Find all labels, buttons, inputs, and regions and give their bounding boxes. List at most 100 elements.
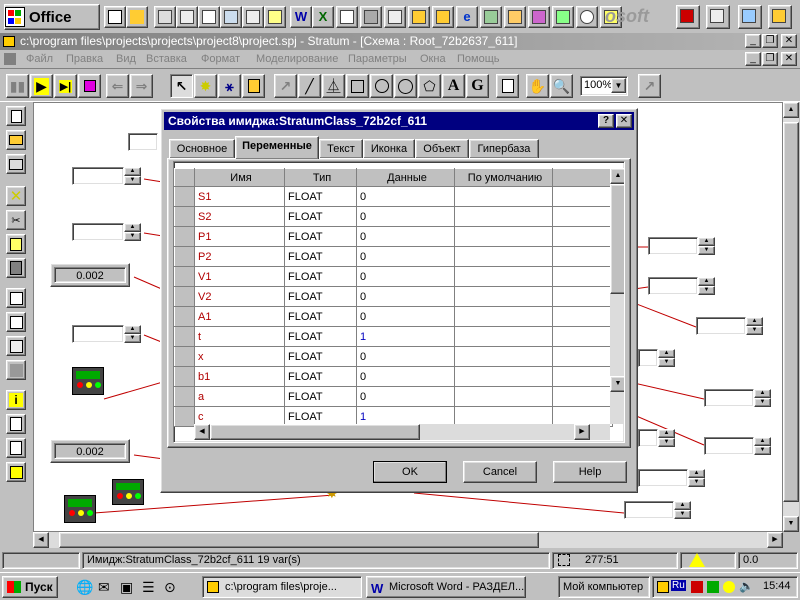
grid-vertical-scrollbar[interactable]: ▲ ▼	[610, 168, 624, 424]
cell-extra[interactable]	[552, 346, 613, 367]
office-desktop-button[interactable]	[676, 5, 700, 29]
shortcut-18[interactable]	[504, 6, 526, 28]
canvas-horizontal-scrollbar[interactable]: ◀ ▶	[33, 532, 783, 548]
scroll-left-arrow[interactable]: ◀	[33, 532, 49, 548]
cell-data[interactable]: 0	[356, 306, 455, 327]
cell-default[interactable]	[454, 226, 553, 247]
column-header-data[interactable]: Данные	[356, 168, 455, 187]
dialog-close-button[interactable]: ✕	[616, 114, 632, 128]
cell-name[interactable]: x	[194, 346, 285, 367]
chevron-down-icon[interactable]: ▼	[611, 78, 626, 93]
input-field-r6[interactable]: ▲ ▼	[638, 429, 675, 447]
excel-shortcut[interactable]: X	[312, 6, 334, 28]
line-tool[interactable]: ╱	[298, 74, 321, 98]
input-field-r4[interactable]: ▲ ▼	[638, 349, 675, 367]
cell-extra[interactable]	[552, 326, 613, 347]
tray-app-icon[interactable]	[657, 581, 669, 593]
spinner[interactable]: ▲ ▼	[658, 429, 675, 447]
cell-extra[interactable]	[552, 206, 613, 227]
quicklaunch-desktop-icon[interactable]: ▣	[120, 579, 133, 596]
row-header[interactable]	[174, 206, 195, 227]
cell-extra[interactable]	[552, 266, 613, 287]
minimize-button[interactable]: _	[745, 34, 761, 48]
close-button[interactable]: ✕	[781, 34, 797, 48]
run-button[interactable]: ▶	[30, 74, 53, 98]
cell-data[interactable]: 0	[356, 286, 455, 307]
quicklaunch-extra-icon[interactable]: ⊙	[164, 579, 176, 596]
shortcut-19[interactable]	[528, 6, 550, 28]
page-tool[interactable]	[496, 74, 519, 98]
cell-extra[interactable]	[552, 286, 613, 307]
row-header[interactable]	[174, 186, 195, 207]
tab-object[interactable]: Объект	[415, 139, 469, 159]
print-button[interactable]	[6, 154, 26, 174]
cell-extra[interactable]	[552, 306, 613, 327]
zoom-tool[interactable]: 🔍	[550, 74, 573, 98]
pause-button[interactable]: ▮▮	[6, 74, 29, 98]
stretch-tool[interactable]: ↗	[274, 74, 297, 98]
scroll-up-arrow[interactable]: ▲	[610, 168, 624, 184]
cell-type[interactable]: FLOAT	[284, 326, 357, 347]
table-row[interactable]: P1 FLOAT 0	[174, 226, 613, 247]
indicator-widget-1[interactable]	[72, 367, 104, 395]
menu-edit[interactable]: Правка	[66, 53, 103, 65]
tray-icon-2[interactable]	[691, 581, 703, 593]
input-field-r5[interactable]: ▲ ▼	[704, 389, 771, 407]
dialog-title-bar[interactable]: Свойства имиджа:StratumClass_72b2cf_611 …	[164, 112, 634, 130]
input-field-r7[interactable]: ▲ ▼	[704, 437, 771, 455]
cell-extra[interactable]	[552, 386, 613, 407]
object-tool[interactable]: ✸	[194, 74, 217, 98]
row-header[interactable]	[174, 326, 195, 347]
office-favorites-button[interactable]	[738, 5, 762, 29]
tab-icon[interactable]: Иконка	[363, 139, 415, 159]
disabled-tool[interactable]: ↗	[638, 74, 661, 98]
sheet-button[interactable]	[6, 438, 26, 458]
row-header[interactable]	[174, 246, 195, 267]
scroll-thumb[interactable]	[610, 184, 624, 294]
menu-insert[interactable]: Вставка	[146, 53, 187, 65]
shortcut-20[interactable]	[552, 6, 574, 28]
cut-button[interactable]: ✂	[6, 210, 26, 230]
spinner[interactable]: ▲ ▼	[746, 317, 763, 335]
cell-default[interactable]	[454, 366, 553, 387]
cell-type[interactable]: FLOAT	[284, 386, 357, 407]
cell-name[interactable]: S2	[194, 206, 285, 227]
spinner[interactable]: ▲ ▼	[124, 167, 141, 185]
menu-file[interactable]: Файл	[26, 53, 53, 65]
delete-button[interactable]: ✕	[6, 186, 26, 206]
shortcut-15[interactable]	[432, 6, 454, 28]
input-field-r9[interactable]: ▲ ▼	[624, 501, 691, 519]
hand-tool[interactable]: ✋	[526, 74, 549, 98]
scroll-right-arrow[interactable]: ▶	[574, 424, 590, 440]
cell-type[interactable]: FLOAT	[284, 286, 357, 307]
column-header-name[interactable]: Имя	[194, 168, 285, 187]
cell-name[interactable]: S1	[194, 186, 285, 207]
scroll-down-arrow[interactable]: ▼	[783, 516, 799, 532]
zoom-select[interactable]: 100% ▼	[580, 76, 628, 96]
new-document-shortcut[interactable]	[104, 6, 126, 28]
circle-tool[interactable]	[370, 74, 393, 98]
tab-variables[interactable]: Переменные	[235, 136, 319, 159]
cell-default[interactable]	[454, 266, 553, 287]
task-word[interactable]: W Microsoft Word - РАЗДЕЛ...	[366, 576, 526, 598]
table-row[interactable]: S1 FLOAT 0	[174, 186, 613, 207]
shortcut-17[interactable]	[480, 6, 502, 28]
cell-name[interactable]: b1	[194, 366, 285, 387]
tab-text[interactable]: Текст	[319, 139, 363, 159]
open-document-shortcut[interactable]	[126, 6, 148, 28]
scroll-up-arrow[interactable]: ▲	[783, 102, 799, 118]
word-shortcut[interactable]: W	[290, 6, 312, 28]
cell-default[interactable]	[454, 286, 553, 307]
table-row[interactable]: V1 FLOAT 0	[174, 266, 613, 287]
restore-button[interactable]: ❐	[762, 34, 778, 48]
dialog-help-button[interactable]: ?	[598, 114, 614, 128]
polyline-tool[interactable]: ⏅	[322, 74, 345, 98]
row-header[interactable]	[174, 226, 195, 247]
office-programs-button[interactable]	[706, 5, 730, 29]
input-field-2[interactable]: ▲ ▼	[72, 167, 141, 185]
new-button[interactable]	[6, 106, 26, 126]
doc-restore-button[interactable]: ❐	[762, 52, 778, 66]
cell-type[interactable]: FLOAT	[284, 266, 357, 287]
scroll-thumb[interactable]	[783, 122, 799, 502]
cell-extra[interactable]	[552, 366, 613, 387]
